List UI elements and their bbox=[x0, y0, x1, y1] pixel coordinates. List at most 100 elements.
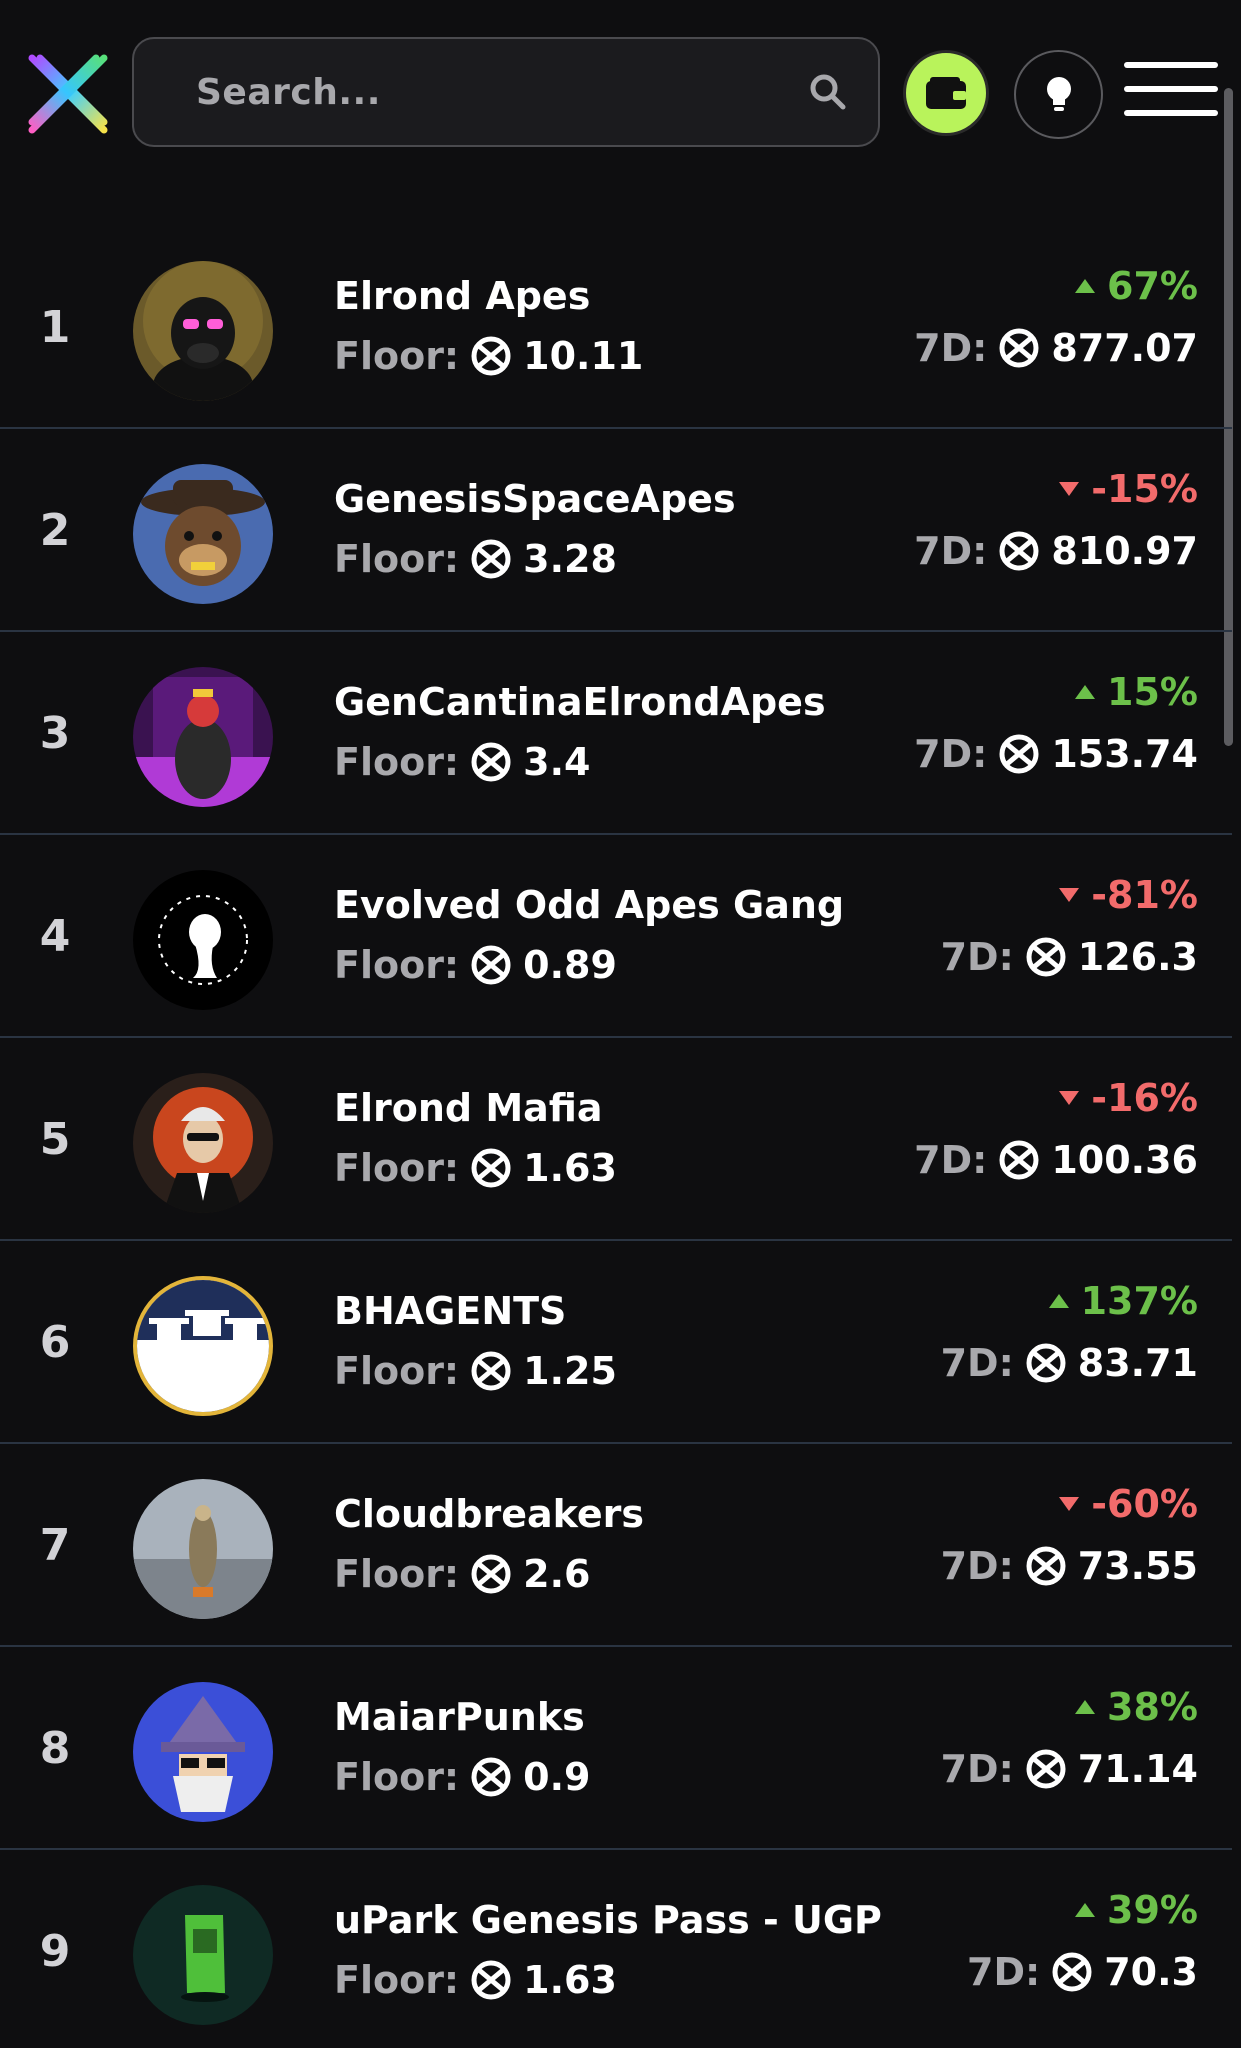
rank-number: 2 bbox=[39, 505, 71, 556]
collection-name[interactable]: uPark Genesis Pass - UGP bbox=[334, 1898, 882, 1942]
floor-price: Floor: 0.89 bbox=[334, 943, 617, 987]
egld-icon bbox=[999, 328, 1039, 368]
floor-price: Floor: 10.11 bbox=[334, 334, 643, 378]
collection-avatar[interactable] bbox=[133, 1276, 273, 1416]
seven-day-label: 7D: bbox=[940, 1544, 1014, 1588]
change-value: -15% bbox=[1091, 467, 1198, 511]
search-input[interactable]: Search... bbox=[196, 72, 808, 113]
wallet-button[interactable] bbox=[903, 50, 989, 136]
collection-avatar[interactable] bbox=[133, 870, 273, 1010]
collection-row[interactable]: 1 Elrond Apes Floor: 10.11 67% 7D: 877.0… bbox=[0, 226, 1232, 429]
arrow-down-icon bbox=[1059, 1091, 1080, 1105]
xspotlight-logo[interactable] bbox=[22, 48, 114, 140]
search-icon[interactable] bbox=[808, 72, 848, 112]
egld-icon bbox=[471, 742, 511, 782]
floor-value: 3.4 bbox=[523, 740, 591, 784]
page: Search... 1 Elrond Apes Floor: 10.11 67%… bbox=[0, 0, 1241, 2048]
collection-name[interactable]: BHAGENTS bbox=[334, 1289, 566, 1333]
egld-icon bbox=[471, 1554, 511, 1594]
search-bar[interactable]: Search... bbox=[132, 37, 880, 147]
collection-avatar[interactable] bbox=[133, 1073, 273, 1213]
change-percent: -16% bbox=[1057, 1076, 1198, 1120]
seven-day-label: 7D: bbox=[940, 1341, 1014, 1385]
collection-row[interactable]: 4 Evolved Odd Apes Gang Floor: 0.89 -81% bbox=[0, 835, 1232, 1038]
rank-number: 6 bbox=[39, 1317, 71, 1368]
floor-label: Floor: bbox=[334, 1552, 460, 1596]
collection-name[interactable]: Elrond Mafia bbox=[334, 1086, 603, 1130]
floor-price: Floor: 2.6 bbox=[334, 1552, 590, 1596]
rank-number: 5 bbox=[39, 1114, 71, 1165]
arrow-up-icon bbox=[1075, 279, 1096, 293]
menu-line bbox=[1124, 62, 1218, 68]
collection-name[interactable]: Evolved Odd Apes Gang bbox=[334, 883, 844, 927]
change-percent: 15% bbox=[1073, 670, 1198, 714]
floor-value: 2.6 bbox=[523, 1552, 591, 1596]
arrow-up-icon bbox=[1048, 1294, 1069, 1308]
floor-label: Floor: bbox=[334, 943, 460, 987]
collection-avatar[interactable] bbox=[133, 1479, 273, 1619]
floor-value: 10.11 bbox=[523, 334, 644, 378]
volume-7d: 7D: 153.74 bbox=[914, 732, 1198, 776]
change-value: 39% bbox=[1107, 1888, 1198, 1932]
volume-value: 83.71 bbox=[1077, 1341, 1198, 1385]
change-percent: 39% bbox=[1073, 1888, 1198, 1932]
change-percent: 38% bbox=[1073, 1685, 1198, 1729]
seven-day-label: 7D: bbox=[940, 935, 1014, 979]
arrow-up-icon bbox=[1075, 1700, 1096, 1714]
change-value: 137% bbox=[1080, 1279, 1198, 1323]
arrow-down-icon bbox=[1059, 888, 1080, 902]
top-bar: Search... bbox=[0, 0, 1241, 190]
collection-avatar[interactable] bbox=[133, 261, 273, 401]
change-percent: 67% bbox=[1073, 264, 1198, 308]
collection-row[interactable]: 8 MaiarPunks Floor: 0.9 38% 7D: 71.14 bbox=[0, 1647, 1232, 1850]
collection-avatar[interactable] bbox=[133, 464, 273, 604]
collection-avatar[interactable] bbox=[133, 667, 273, 807]
volume-7d: 7D: 70.3 bbox=[967, 1950, 1198, 1994]
volume-7d: 7D: 71.14 bbox=[941, 1747, 1198, 1791]
collection-name[interactable]: Cloudbreakers bbox=[334, 1492, 644, 1536]
menu-line bbox=[1124, 86, 1218, 92]
seven-day-label: 7D: bbox=[914, 529, 988, 573]
floor-label: Floor: bbox=[334, 1146, 460, 1190]
hamburger-menu-button[interactable] bbox=[1124, 62, 1218, 122]
rank-number: 4 bbox=[39, 911, 71, 962]
volume-value: 70.3 bbox=[1104, 1950, 1198, 1994]
change-percent: -81% bbox=[1057, 873, 1198, 917]
rank-number: 7 bbox=[39, 1520, 71, 1571]
floor-label: Floor: bbox=[334, 537, 460, 581]
rank-number: 8 bbox=[39, 1723, 71, 1774]
collection-name[interactable]: Elrond Apes bbox=[334, 274, 590, 318]
seven-day-label: 7D: bbox=[914, 326, 988, 370]
collection-avatar[interactable] bbox=[133, 1885, 273, 2025]
collection-row[interactable]: 3 GenCantinaElrondApes Floor: 3.4 15% 7D… bbox=[0, 632, 1232, 835]
egld-icon bbox=[1026, 937, 1066, 977]
volume-value: 810.97 bbox=[1051, 529, 1198, 573]
collection-row[interactable]: 9 uPark Genesis Pass - UGP Floor: 1.63 3… bbox=[0, 1850, 1232, 2048]
collection-row[interactable]: 5 Elrond Mafia Floor: 1.63 -16% 7D: 100.… bbox=[0, 1038, 1232, 1241]
collection-name[interactable]: GenesisSpaceApes bbox=[334, 477, 736, 521]
floor-label: Floor: bbox=[334, 1349, 460, 1393]
egld-icon bbox=[1026, 1343, 1066, 1383]
arrow-down-icon bbox=[1059, 482, 1080, 496]
collection-row[interactable]: 6 BHAGENTS Floor: 1.25 137% 7D: 83.71 bbox=[0, 1241, 1232, 1444]
egld-icon bbox=[1026, 1749, 1066, 1789]
collection-row[interactable]: 2 GenesisSpaceApes Floor: 3.28 -15% 7D: … bbox=[0, 429, 1232, 632]
egld-icon bbox=[999, 531, 1039, 571]
change-value: -16% bbox=[1091, 1076, 1198, 1120]
collection-name[interactable]: MaiarPunks bbox=[334, 1695, 585, 1739]
egld-icon bbox=[471, 945, 511, 985]
theme-toggle-button[interactable] bbox=[1014, 50, 1103, 139]
volume-value: 100.36 bbox=[1051, 1138, 1198, 1182]
volume-value: 126.3 bbox=[1077, 935, 1198, 979]
egld-icon bbox=[999, 734, 1039, 774]
collection-avatar[interactable] bbox=[133, 1682, 273, 1822]
egld-icon bbox=[471, 336, 511, 376]
egld-icon bbox=[471, 1351, 511, 1391]
floor-label: Floor: bbox=[334, 740, 460, 784]
collection-row[interactable]: 7 Cloudbreakers Floor: 2.6 -60% 7D: 73.5… bbox=[0, 1444, 1232, 1647]
wallet-icon bbox=[926, 77, 966, 109]
collection-name[interactable]: GenCantinaElrondApes bbox=[334, 680, 826, 724]
volume-7d: 7D: 73.55 bbox=[941, 1544, 1198, 1588]
volume-7d: 7D: 126.3 bbox=[941, 935, 1198, 979]
egld-icon bbox=[1052, 1952, 1092, 1992]
